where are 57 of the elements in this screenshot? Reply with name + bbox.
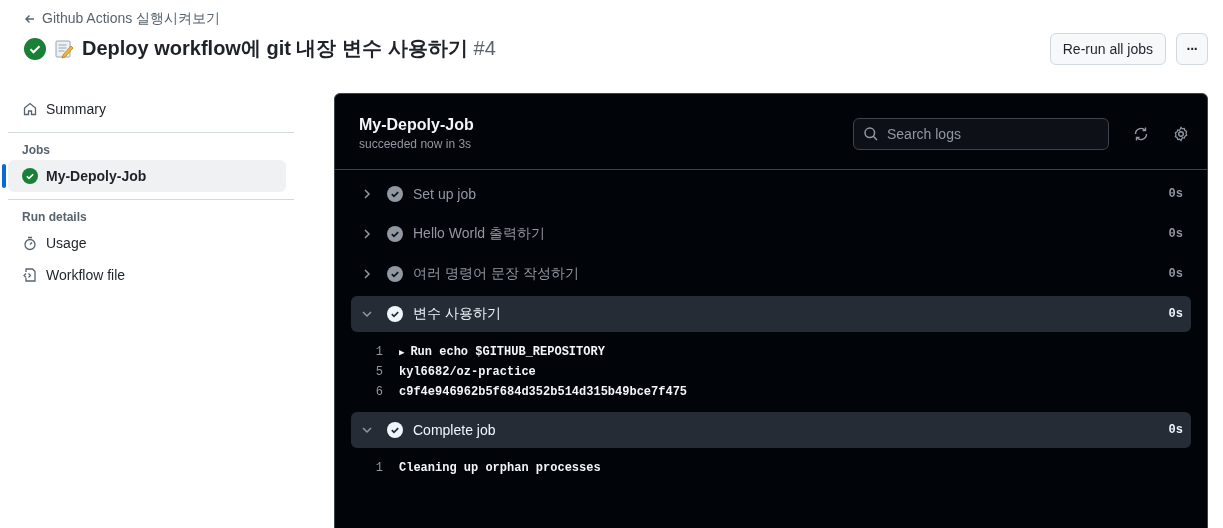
step-row[interactable]: Set up job 0s: [351, 176, 1191, 212]
refresh-icon[interactable]: [1133, 125, 1149, 142]
run-number: #4: [473, 37, 496, 60]
summary-link[interactable]: Summary: [8, 93, 286, 125]
step-duration: 0s: [1168, 187, 1183, 201]
step-row[interactable]: 여러 명령어 문장 작성하기 0s: [351, 256, 1191, 292]
step-duration: 0s: [1168, 267, 1183, 281]
step-row[interactable]: 변수 사용하기 0s: [351, 296, 1191, 332]
step-name: Hello World 출력하기: [413, 225, 546, 243]
back-arrow-icon: [24, 13, 36, 25]
step-duration: 0s: [1168, 423, 1183, 437]
memo-icon: [54, 38, 74, 59]
log-line: Cleaning up orphan processes: [399, 461, 601, 475]
search-field[interactable]: Search logs: [853, 117, 1109, 150]
chevron-icon: [361, 308, 373, 320]
check-circle-icon: [387, 266, 403, 282]
details-link[interactable]: Usage: [8, 227, 286, 259]
chevron-icon: [361, 424, 373, 436]
check-circle-icon: [387, 226, 403, 242]
breadcrumb-link[interactable]: Github Actions 실행시켜보기: [42, 10, 221, 28]
check-circle-icon: [387, 186, 403, 202]
line-number: 6: [374, 385, 384, 399]
line-number: 5: [374, 365, 384, 379]
log-line: c9f4e946962b5f684d352b514d315b49bce7f475: [399, 385, 688, 399]
stopwatch-icon: [22, 235, 38, 251]
code-file-icon: [22, 267, 38, 283]
details-link[interactable]: Workflow file: [8, 259, 286, 291]
step-duration: 0s: [1168, 307, 1183, 321]
step-name: Complete job: [413, 422, 497, 438]
chevron-icon: [361, 268, 373, 280]
step-name: 여러 명령어 문장 작성하기: [413, 265, 580, 283]
line-number: 1: [374, 461, 384, 475]
step-name: Set up job: [413, 186, 478, 202]
job-item[interactable]: My-Depoly-Job: [8, 160, 286, 192]
step-name: 변수 사용하기: [413, 305, 502, 323]
search-icon: [863, 125, 879, 142]
chevron-icon: [361, 188, 373, 200]
job-status-text: succeeded now in 3s: [359, 137, 473, 151]
log-line: Run echo $GITHUB_REPOSITORY: [410, 345, 605, 359]
more-button[interactable]: ···: [1176, 33, 1208, 65]
check-circle-icon: [387, 306, 403, 322]
log-line: kyl6682/oz-practice: [399, 365, 536, 379]
expand-marker[interactable]: ▶: [399, 346, 405, 358]
run-title: Deploy workflow에 git 내장 변수 사용하기: [82, 36, 468, 61]
step-row[interactable]: Complete job 0s: [351, 412, 1191, 448]
line-number: 1: [374, 345, 384, 359]
rerun-button[interactable]: Re-run all jobs: [1049, 33, 1166, 65]
chevron-icon: [361, 228, 373, 240]
selection-bar: [2, 164, 6, 188]
step-duration: 0s: [1168, 227, 1183, 241]
section-heading: Run details: [21, 210, 88, 224]
home-icon: [22, 101, 38, 117]
step-row[interactable]: Hello World 출력하기 0s: [351, 216, 1191, 252]
settings-icon[interactable]: [1173, 125, 1189, 142]
section-heading: Jobs: [21, 143, 51, 157]
job-title: My-Depoly-Job: [359, 116, 474, 134]
check-circle-icon: [387, 422, 403, 438]
